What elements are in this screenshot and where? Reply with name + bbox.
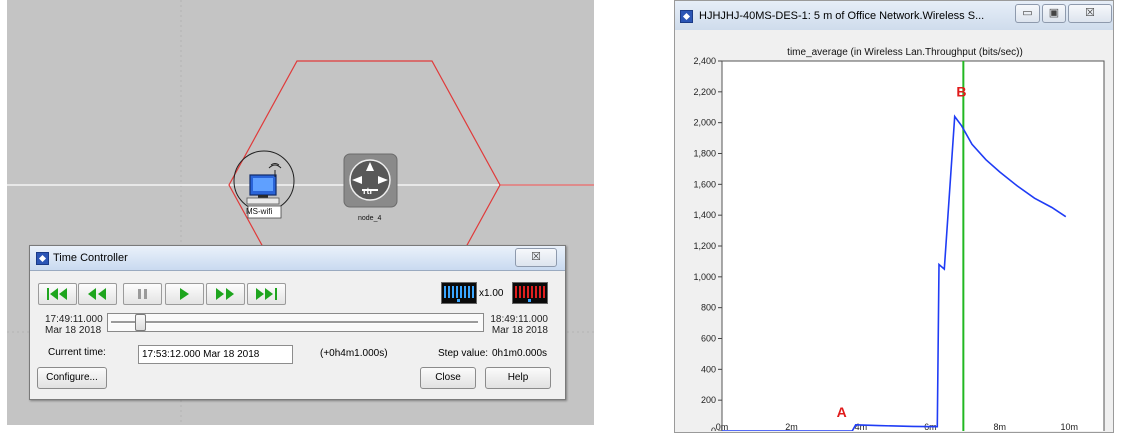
end-time: 18:49:11.000	[490, 314, 548, 325]
y-tick-label: 1,600	[693, 179, 716, 189]
fast-forward-icon	[216, 288, 234, 300]
speed-meter-left-icon[interactable]	[441, 282, 477, 304]
speed-meter-right-icon[interactable]	[512, 282, 548, 304]
rewind-icon	[88, 288, 106, 300]
start-date: Mar 18 2018	[45, 325, 102, 336]
end-date: Mar 18 2018	[491, 325, 548, 336]
speed-value: x1.00	[479, 288, 504, 299]
x-tick-label: 8m	[994, 422, 1007, 431]
slider-track	[111, 321, 478, 324]
y-tick-label: 2,200	[693, 87, 716, 97]
step-value-label: Step value:	[438, 348, 489, 359]
y-tick-label: 400	[701, 364, 716, 374]
y-tick-label: 2,400	[693, 56, 716, 66]
annotation-b: B	[956, 83, 966, 99]
wifi-node-icon[interactable]	[246, 163, 282, 205]
current-time-label: Current time:	[48, 347, 106, 358]
graph-window: HJHJHJ-40MS-DES-1: 5 m of Office Network…	[674, 0, 1114, 433]
graph-window-titlebar[interactable]: HJHJHJ-40MS-DES-1: 5 m of Office Network…	[675, 1, 1113, 30]
current-time-input[interactable]	[138, 345, 293, 364]
start-time: 17:49:11.000	[45, 314, 103, 325]
skip-end-icon	[256, 288, 277, 300]
rewind-button[interactable]	[78, 283, 117, 305]
slider-thumb[interactable]	[135, 314, 147, 331]
skip-start-icon	[47, 288, 67, 300]
app-icon	[680, 10, 693, 23]
router-node-icon[interactable]	[343, 153, 398, 208]
maximize-button[interactable]: ▣	[1042, 4, 1066, 23]
x-tick-label: 0m	[716, 422, 729, 431]
y-tick-label: 2,000	[693, 118, 716, 128]
x-tick-label: 2m	[785, 422, 798, 431]
minimize-button[interactable]: ▭	[1015, 4, 1040, 23]
throughput-chart: time_average (in Wireless Lan.Throughput…	[693, 47, 1105, 431]
chart-title: time_average (in Wireless Lan.Throughput…	[787, 47, 1023, 58]
y-tick-label: 1,800	[693, 149, 716, 159]
time-controller-dialog: Time Controller ☒ x1.00 17:49:11.000 Mar…	[29, 245, 566, 400]
y-tick-label: 600	[701, 334, 716, 344]
y-tick-label: 1,200	[693, 241, 716, 251]
app-icon	[36, 252, 49, 265]
router-node-label: node_4	[358, 215, 382, 222]
configure-button[interactable]: Configure...	[37, 367, 107, 389]
router-icon-text: rtr	[363, 186, 374, 196]
graph-window-title: HJHJHJ-40MS-DES-1: 5 m of Office Network…	[699, 10, 985, 22]
x-tick-label: 4m	[855, 422, 868, 431]
annotation-a: A	[837, 404, 847, 420]
close-button[interactable]: Close	[420, 367, 476, 389]
step-value: 0h1m0.000s	[492, 348, 548, 359]
skip-to-end-button[interactable]	[247, 283, 286, 305]
time-offset: (+0h4m1.000s)	[320, 348, 388, 359]
skip-to-start-button[interactable]	[38, 283, 77, 305]
close-window-button[interactable]: ☒	[1068, 4, 1112, 23]
pause-icon	[138, 289, 147, 299]
play-button[interactable]	[165, 283, 204, 305]
x-tick-label: 10m	[1061, 422, 1079, 431]
y-tick-label: 800	[701, 303, 716, 313]
y-tick-label: 1,400	[693, 210, 716, 220]
plot-area	[721, 60, 1105, 431]
help-button[interactable]: Help	[485, 367, 551, 389]
timeline-slider[interactable]	[107, 313, 484, 332]
time-controller-title: Time Controller	[53, 252, 128, 264]
time-controller-titlebar[interactable]: Time Controller ☒	[30, 246, 565, 271]
wifi-node-label: MS-wifi	[246, 207, 273, 216]
play-icon	[180, 288, 189, 300]
y-tick-label: 200	[701, 395, 716, 405]
fast-forward-button[interactable]	[206, 283, 245, 305]
pause-button[interactable]	[123, 283, 162, 305]
y-tick-label: 1,000	[693, 272, 716, 282]
close-window-button[interactable]: ☒	[515, 248, 557, 267]
